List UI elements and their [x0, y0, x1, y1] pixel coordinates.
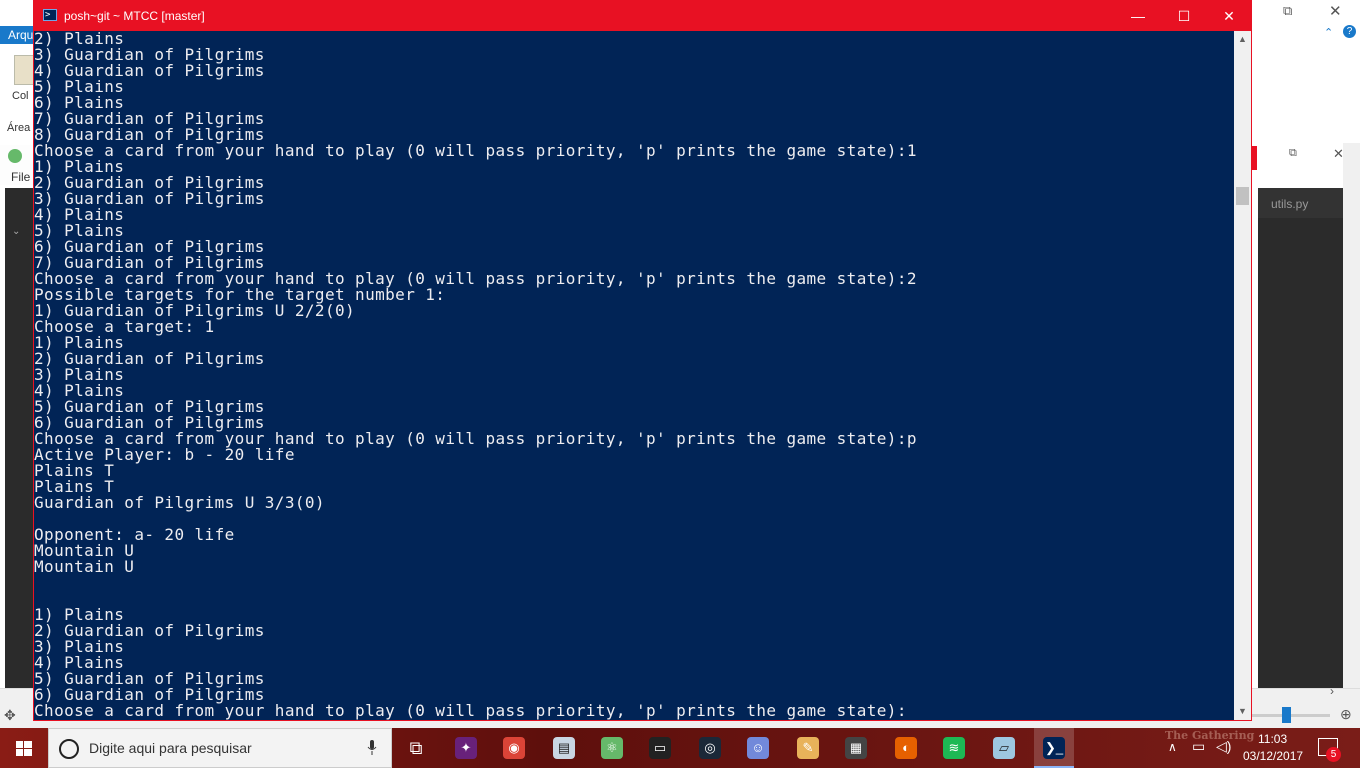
clipboard-area-label: Área: [7, 122, 31, 134]
taskbar-app-paint[interactable]: ✎: [788, 732, 828, 764]
console-line: Choose a target: 1: [34, 317, 215, 336]
tree-chevron-icon[interactable]: ⌄: [12, 226, 20, 237]
steam-icon: ◎: [699, 736, 721, 759]
search-placeholder: Digite aqui para pesquisar: [89, 740, 252, 756]
windows-logo-icon: [16, 741, 32, 756]
console-line: 2) Guardian of Pilgrims: [34, 621, 265, 640]
minimize-button[interactable]: —: [1115, 1, 1161, 31]
atom-editor-panel: ⌄: [5, 188, 34, 688]
ribbon-tab-file[interactable]: Arqu: [0, 26, 34, 44]
visual-studio-icon: ✦: [455, 736, 477, 759]
console-line: 4) Plains: [34, 205, 125, 224]
title-bar[interactable]: > posh~git ~ MTCC [master] — ☐ ✕: [34, 1, 1251, 31]
help-icon[interactable]: ?: [1343, 25, 1356, 38]
scroll-up-icon[interactable]: ▲: [1234, 31, 1251, 48]
console-line: 3) Guardian of Pilgrims: [34, 189, 265, 208]
restore-icon[interactable]: ⧉: [1289, 147, 1297, 160]
firefox-icon: ◐: [895, 736, 917, 759]
console-line: Mountain U: [34, 557, 135, 576]
console-line: Guardian of Pilgrims U 3/3(0): [34, 493, 325, 512]
console-line: 3) Plains: [34, 365, 125, 384]
powershell-icon: >: [43, 9, 57, 21]
move-icon[interactable]: ✥: [4, 707, 16, 724]
spotify-icon: ≋: [943, 736, 965, 759]
console-line: 4) Guardian of Pilgrims: [34, 61, 265, 80]
wallpaper-text: The Gathering: [1165, 729, 1255, 742]
notes-icon: ▱: [993, 736, 1015, 759]
editor-dark-pane: [1258, 188, 1343, 688]
show-hidden-icons-icon[interactable]: ∧: [1168, 740, 1177, 754]
clipboard-icon: [14, 55, 34, 85]
console-line: Plains T: [34, 461, 115, 480]
taskbar-app-atom[interactable]: ⚛: [592, 732, 632, 764]
discord-icon: ☺: [747, 736, 769, 759]
atom-icon: [8, 149, 22, 163]
search-box[interactable]: Digite aqui para pesquisar: [48, 728, 392, 768]
scroll-down-icon[interactable]: ▼: [1234, 703, 1251, 720]
console-line: Choose a card from your hand to play (0 …: [34, 141, 917, 160]
console-scrollbar[interactable]: ▲ ▼: [1234, 31, 1251, 720]
taskbar-app-chrome[interactable]: ◉: [494, 732, 534, 764]
network-icon[interactable]: ▭: [1192, 738, 1205, 755]
chevron-up-icon[interactable]: ⌃: [1324, 26, 1333, 39]
chrome-icon: ◉: [503, 736, 525, 759]
taskbar-app-notes[interactable]: ▱: [984, 732, 1024, 764]
zoom-in-icon[interactable]: ⊕: [1340, 706, 1352, 723]
microphone-icon[interactable]: [367, 740, 377, 756]
scroll-right-icon[interactable]: ›: [1330, 684, 1334, 698]
start-button[interactable]: [0, 728, 48, 768]
scroll-thumb[interactable]: [1236, 187, 1249, 205]
clock-date[interactable]: 03/12/2017: [1243, 749, 1303, 763]
zoom-slider-thumb[interactable]: [1282, 707, 1291, 723]
console-line: Choose a card from your hand to play (0 …: [34, 701, 907, 720]
explorer-icon: ▤: [553, 736, 575, 759]
cortana-icon: [59, 739, 79, 759]
console-line: 3) Plains: [34, 637, 125, 656]
console-line: Opponent: a- 20 life: [34, 525, 235, 544]
console-line: Active Player: b - 20 life: [34, 445, 295, 464]
close-button[interactable]: ✕: [1206, 1, 1252, 31]
calculator-icon: ▦: [845, 736, 867, 759]
taskbar-app-steam[interactable]: ◎: [690, 732, 730, 764]
taskbar-app-powershell[interactable]: ❯_: [1034, 728, 1074, 768]
powershell-icon: ❯_: [1043, 736, 1065, 759]
taskbar: Digite aqui para pesquisar ⧉ ✦ ◉ ▤ ⚛ ▭ ◎ ☺ ✎ ▦ ◐ ≋ ▱…: [0, 728, 1360, 768]
editor-scrollbar[interactable]: [1343, 143, 1360, 688]
taskbar-app-discord[interactable]: ☺: [738, 732, 778, 764]
window-title: posh~git ~ MTCC [master]: [64, 9, 205, 23]
atom-file-menu[interactable]: File: [11, 170, 30, 184]
console-line: 2) Guardian of Pilgrims: [34, 349, 265, 368]
console-line: Mountain U: [34, 541, 135, 560]
console-lines: 2) Plains 3) Guardian of Pilgrims 4) Guard…: [34, 31, 917, 719]
editor-tab-utils[interactable]: utils.py: [1258, 188, 1343, 218]
taskbar-app-firefox[interactable]: ◐: [886, 732, 926, 764]
console-line: 5) Plains: [34, 77, 125, 96]
taskbar-app-terminal[interactable]: ▭: [640, 732, 680, 764]
taskbar-app-spotify[interactable]: ≋: [934, 732, 974, 764]
maximize-button[interactable]: ☐: [1161, 1, 1207, 31]
taskbar-app-calculator[interactable]: ▦: [836, 732, 876, 764]
paint-icon: ✎: [797, 736, 819, 759]
taskbar-app-explorer[interactable]: ▤: [544, 732, 584, 764]
close-icon[interactable]: ✕: [1329, 2, 1342, 20]
atom-icon: ⚛: [601, 736, 623, 759]
clock-time[interactable]: 11:03: [1258, 732, 1287, 746]
taskbar-app-visual-studio[interactable]: ✦: [446, 732, 486, 764]
atom-menu-area: File: [0, 145, 34, 185]
notification-badge: 5: [1326, 747, 1341, 762]
restore-icon[interactable]: ⧉: [1283, 3, 1292, 19]
paste-label: Col: [12, 90, 29, 102]
terminal-icon: ▭: [649, 736, 671, 759]
taskbar-app-task-view[interactable]: ⧉: [396, 732, 436, 764]
powershell-window: > posh~git ~ MTCC [master] — ☐ ✕ 2) Plai…: [33, 0, 1252, 721]
task-view-icon: ⧉: [409, 737, 423, 758]
volume-icon[interactable]: ◁): [1216, 738, 1231, 755]
console-output[interactable]: 2) Plains 3) Guardian of Pilgrims 4) Guard…: [34, 31, 1234, 720]
